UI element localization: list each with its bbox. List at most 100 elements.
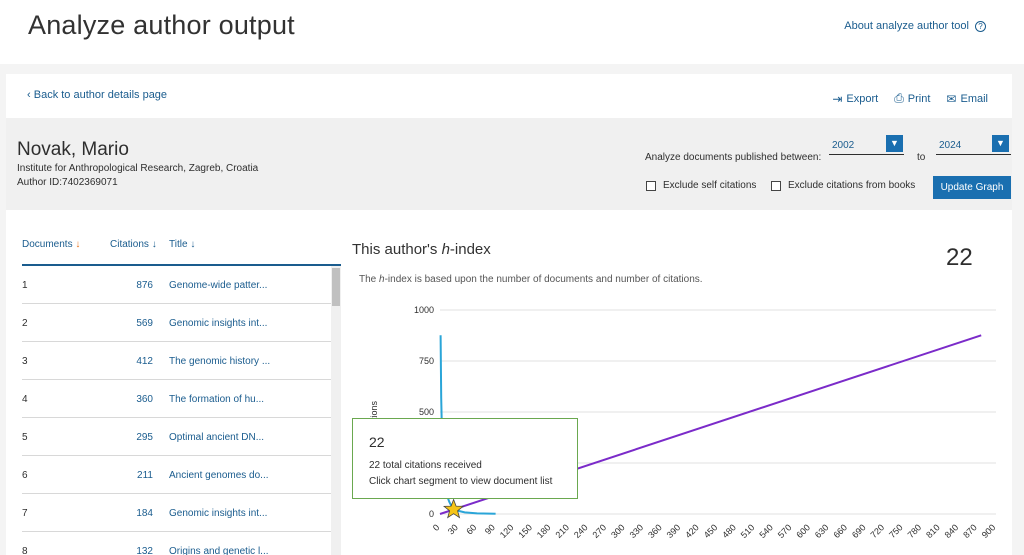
- x-tick-label: 570: [776, 522, 794, 540]
- table-row: 7 184 Genomic insights int...: [22, 494, 331, 532]
- chevron-left-icon: ‹: [27, 89, 34, 101]
- x-tick-label: 240: [572, 522, 590, 540]
- checkbox-box[interactable]: [771, 180, 781, 191]
- chevron-down-icon[interactable]: ▼: [992, 135, 1009, 152]
- row-citations-link[interactable]: 876: [123, 280, 153, 291]
- row-title-link[interactable]: Genome-wide patter...: [169, 280, 267, 291]
- hindex-desc-suffix: -index is based upon the number of docum…: [384, 274, 703, 285]
- row-number: 8: [22, 546, 28, 555]
- row-title-link[interactable]: Genomic insights int...: [169, 318, 267, 329]
- table-rows: 1 876 Genome-wide patter... 2 569 Genomic in…: [22, 266, 331, 555]
- page-header: Analyze author output About analyze auth…: [0, 0, 1024, 64]
- main-content: Documents ↓ Citations ↓ Title ↓ 1 876 Geno…: [6, 210, 1012, 555]
- exclude-books-label: Exclude citations from books: [788, 180, 916, 191]
- sort-arrow-icon: ↓: [75, 239, 81, 250]
- row-title-link[interactable]: Origins and genetic l...: [169, 546, 269, 555]
- exclude-books-checkbox[interactable]: Exclude citations from books: [771, 180, 915, 191]
- hindex-desc-prefix: The: [359, 274, 380, 285]
- x-tick-label: 540: [757, 522, 775, 540]
- documents-column-header[interactable]: Documents ↓: [22, 239, 80, 250]
- x-tick-label: 390: [665, 522, 683, 540]
- export-icon: ⇥: [832, 91, 843, 106]
- exclude-self-citations-checkbox[interactable]: Exclude self citations: [646, 180, 756, 191]
- export-button[interactable]: ⇥ Export: [832, 91, 878, 106]
- table-row: 5 295 Optimal ancient DN...: [22, 418, 331, 456]
- date-range-label: Analyze documents published between:: [645, 152, 822, 163]
- hindex-star-marker[interactable]: [443, 498, 465, 519]
- row-number: 7: [22, 508, 28, 519]
- envelope-icon: ✉: [946, 91, 957, 106]
- row-number: 3: [22, 356, 28, 367]
- x-tick-label: 330: [628, 522, 646, 540]
- row-number: 5: [22, 432, 28, 443]
- hindex-title-h: h: [441, 241, 450, 258]
- y-tick-label: 0: [429, 509, 434, 519]
- checkbox-box[interactable]: [646, 180, 656, 191]
- row-citations-link[interactable]: 295: [123, 432, 153, 443]
- title-header-label: Title: [169, 239, 188, 250]
- tooltip-hint-text: Click chart segment to view document lis…: [369, 476, 553, 487]
- row-number: 1: [22, 280, 28, 291]
- row-title-link[interactable]: Optimal ancient DN...: [169, 432, 264, 443]
- x-tick-label: 150: [516, 522, 534, 540]
- row-title-link[interactable]: The genomic history ...: [169, 356, 270, 367]
- x-tick-label: 60: [464, 522, 478, 536]
- x-tick-label: 210: [553, 522, 571, 540]
- hindex-title-prefix: This author's: [352, 241, 442, 258]
- email-button[interactable]: ✉ Email: [946, 91, 988, 106]
- exclude-self-label: Exclude self citations: [663, 180, 757, 191]
- chart-tooltip: 22 22 total citations received Click cha…: [352, 418, 578, 499]
- hindex-value: 22: [946, 244, 973, 271]
- row-citations-link[interactable]: 132: [123, 546, 153, 555]
- x-tick-label: 480: [720, 522, 738, 540]
- x-tick-label: 510: [739, 522, 757, 540]
- x-tick-label: 420: [683, 522, 701, 540]
- row-number: 2: [22, 318, 28, 329]
- update-graph-button[interactable]: Update Graph: [933, 176, 1011, 199]
- x-tick-label: 600: [794, 522, 812, 540]
- export-label: Export: [846, 92, 879, 105]
- x-tick-label: 90: [483, 522, 497, 536]
- hindex-title: This author's h-index: [352, 241, 491, 258]
- y-tick-label: 500: [419, 407, 434, 417]
- author-id: Author ID:7402369071: [17, 177, 118, 188]
- row-citations-link[interactable]: 360: [123, 394, 153, 405]
- print-button[interactable]: ⎙ Print: [894, 91, 930, 106]
- scrollbar-thumb[interactable]: [332, 268, 340, 306]
- x-tick-label: 720: [869, 522, 887, 540]
- row-citations-link[interactable]: 184: [123, 508, 153, 519]
- print-label: Print: [907, 92, 931, 105]
- citations-header-label: Citations: [110, 239, 149, 250]
- row-title-link[interactable]: Ancient genomes do...: [169, 470, 269, 481]
- x-tick-label: 180: [535, 522, 553, 540]
- title-column-header[interactable]: Title ↓: [169, 239, 195, 250]
- x-tick-label: 270: [591, 522, 609, 540]
- table-header: Documents ↓ Citations ↓ Title ↓: [22, 234, 341, 266]
- x-tick-label: 120: [498, 522, 516, 540]
- to-label: to: [917, 152, 926, 163]
- row-title-link[interactable]: The formation of hu...: [169, 394, 264, 405]
- x-tick-label: 750: [887, 522, 905, 540]
- row-citations-link[interactable]: 211: [123, 470, 153, 481]
- table-scrollbar[interactable]: [331, 266, 341, 555]
- about-tool-link[interactable]: About analyze author tool ?: [844, 20, 986, 32]
- chevron-down-icon[interactable]: ▼: [886, 135, 903, 152]
- row-citations-link[interactable]: 569: [123, 318, 153, 329]
- y-tick-label: 750: [419, 356, 434, 366]
- sort-arrow-icon: ↓: [151, 239, 157, 250]
- x-tick-label: 630: [813, 522, 831, 540]
- table-row: 1 876 Genome-wide patter...: [22, 266, 331, 304]
- x-tick-label: 900: [980, 522, 998, 540]
- question-circle-icon: ?: [975, 20, 986, 32]
- author-panel: Novak, Mario Institute for Anthropologic…: [6, 118, 1012, 210]
- hindex-description: The h-index is based upon the number of …: [359, 274, 703, 285]
- back-link[interactable]: ‹ Back to author details page: [27, 89, 167, 101]
- row-citations-link[interactable]: 412: [123, 356, 153, 367]
- x-tick-label: 780: [906, 522, 924, 540]
- tool-actions: ⇥ Export ⎙ Print ✉ Email: [832, 91, 988, 106]
- author-affiliation: Institute for Anthropological Research, …: [17, 163, 259, 174]
- x-tick-label: 840: [943, 522, 961, 540]
- row-title-link[interactable]: Genomic insights int...: [169, 508, 267, 519]
- row-number: 6: [22, 470, 28, 481]
- citations-column-header[interactable]: Citations ↓: [110, 239, 157, 250]
